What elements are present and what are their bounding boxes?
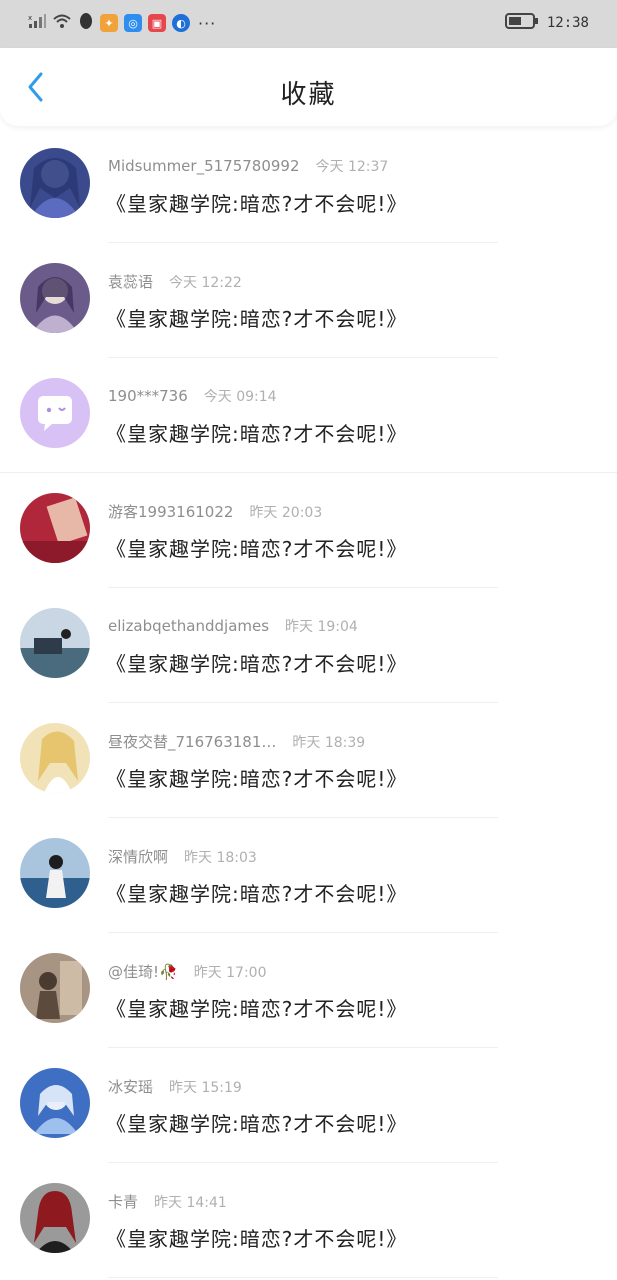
wifi-icon	[52, 13, 72, 33]
timestamp: 昨天 19:04	[285, 619, 358, 635]
red-app-icon: ▣	[148, 14, 166, 32]
timestamp: 今天 12:37	[315, 159, 389, 175]
avatar[interactable]	[20, 953, 90, 1023]
avatar[interactable]	[20, 378, 90, 448]
username[interactable]: Midsummer_5175780992	[108, 157, 300, 175]
favorite-title[interactable]: 《皇家趣学院:暗恋?才不会呢!》	[106, 648, 407, 677]
favorite-title[interactable]: 《皇家趣学院:暗恋?才不会呢!》	[106, 1108, 407, 1137]
signal-icon: x	[28, 13, 46, 33]
favorite-title[interactable]: 《皇家趣学院:暗恋?才不会呢!》	[106, 188, 407, 217]
more-dots-icon: ···	[198, 13, 217, 33]
status-bar-left-icons: x ✦ ◎ ▣ ◐ ···	[28, 12, 216, 34]
timestamp: 昨天 17:00	[193, 965, 267, 981]
username[interactable]: 游客1993161022	[108, 501, 233, 522]
list-item[interactable]: 袁蕊语 今天 12:22 《皇家趣学院:暗恋?才不会呢!》	[0, 243, 617, 358]
favorite-title[interactable]: 《皇家趣学院:暗恋?才不会呢!》	[106, 993, 407, 1022]
list-item[interactable]: elizabqethanddjames 昨天 19:04 《皇家趣学院:暗恋?才…	[0, 588, 617, 703]
avatar[interactable]	[20, 723, 90, 793]
list-item[interactable]: 190***736 今天 09:14 《皇家趣学院:暗恋?才不会呢!》	[0, 358, 617, 473]
battery-icon	[504, 12, 539, 34]
list-item[interactable]: @佳琦!🥀 昨天 17:00 《皇家趣学院:暗恋?才不会呢!》	[0, 933, 617, 1048]
favorite-title[interactable]: 《皇家趣学院:暗恋?才不会呢!》	[106, 878, 407, 907]
color-app-icon: ✦	[100, 14, 118, 32]
page-title: 收藏	[280, 80, 337, 110]
list-item[interactable]: 深情欣啊 昨天 18:03 《皇家趣学院:暗恋?才不会呢!》	[0, 818, 617, 933]
avatar[interactable]	[20, 608, 90, 678]
favorite-title[interactable]: 《皇家趣学院:暗恋?才不会呢!》	[106, 418, 407, 447]
timestamp: 昨天 14:41	[154, 1195, 227, 1211]
bulb-app-icon: ◐	[172, 14, 190, 32]
timestamp: 昨天 18:39	[292, 735, 366, 751]
username[interactable]: elizabqethanddjames	[108, 617, 269, 635]
username[interactable]: 190***736	[108, 387, 188, 405]
favorite-title[interactable]: 《皇家趣学院:暗恋?才不会呢!》	[106, 1223, 407, 1252]
timestamp: 今天 09:14	[203, 389, 277, 405]
list-item[interactable]: 卡青 昨天 14:41 《皇家趣学院:暗恋?才不会呢!》	[0, 1163, 617, 1278]
search-app-icon: ◎	[124, 14, 142, 32]
username[interactable]: 卡青	[108, 1191, 138, 1212]
timestamp: 昨天 18:03	[184, 850, 257, 866]
avatar[interactable]	[20, 263, 90, 333]
username[interactable]: 深情欣啊	[108, 846, 168, 867]
status-bar-right: 12:38	[504, 12, 589, 34]
svg-text:x: x	[28, 14, 32, 22]
list-item[interactable]: Midsummer_5175780992 今天 12:37 《皇家趣学院:暗恋?…	[0, 128, 617, 243]
avatar[interactable]	[20, 1068, 90, 1138]
avatar[interactable]	[20, 493, 90, 563]
username[interactable]: 冰安瑶	[108, 1076, 153, 1097]
list-item[interactable]: 游客1993161022 昨天 20:03 《皇家趣学院:暗恋?才不会呢!》	[0, 473, 617, 588]
username[interactable]: @佳琦!🥀	[108, 961, 178, 982]
divider	[108, 1277, 498, 1278]
nav-header: 收藏	[0, 48, 617, 126]
list-item[interactable]: 昼夜交替_716763181… 昨天 18:39 《皇家趣学院:暗恋?才不会呢!…	[0, 703, 617, 818]
status-time: 12:38	[546, 15, 589, 31]
avatar[interactable]	[20, 148, 90, 218]
status-bar: x ✦ ◎ ▣ ◐ ··· 12:38	[0, 0, 617, 48]
username[interactable]: 袁蕊语	[108, 271, 153, 292]
avatar[interactable]	[20, 838, 90, 908]
favorite-title[interactable]: 《皇家趣学院:暗恋?才不会呢!》	[106, 533, 407, 562]
username[interactable]: 昼夜交替_716763181…	[108, 731, 276, 752]
list-item[interactable]: 冰安瑶 昨天 15:19 《皇家趣学院:暗恋?才不会呢!》	[0, 1048, 617, 1163]
favorites-list: Midsummer_5175780992 今天 12:37 《皇家趣学院:暗恋?…	[0, 128, 617, 1278]
qq-penguin-icon	[78, 12, 94, 34]
favorite-title[interactable]: 《皇家趣学院:暗恋?才不会呢!》	[106, 763, 407, 792]
timestamp: 昨天 20:03	[249, 505, 323, 521]
favorite-title[interactable]: 《皇家趣学院:暗恋?才不会呢!》	[106, 303, 407, 332]
timestamp: 今天 12:22	[169, 275, 242, 291]
timestamp: 昨天 15:19	[169, 1080, 242, 1096]
avatar[interactable]	[20, 1183, 90, 1253]
